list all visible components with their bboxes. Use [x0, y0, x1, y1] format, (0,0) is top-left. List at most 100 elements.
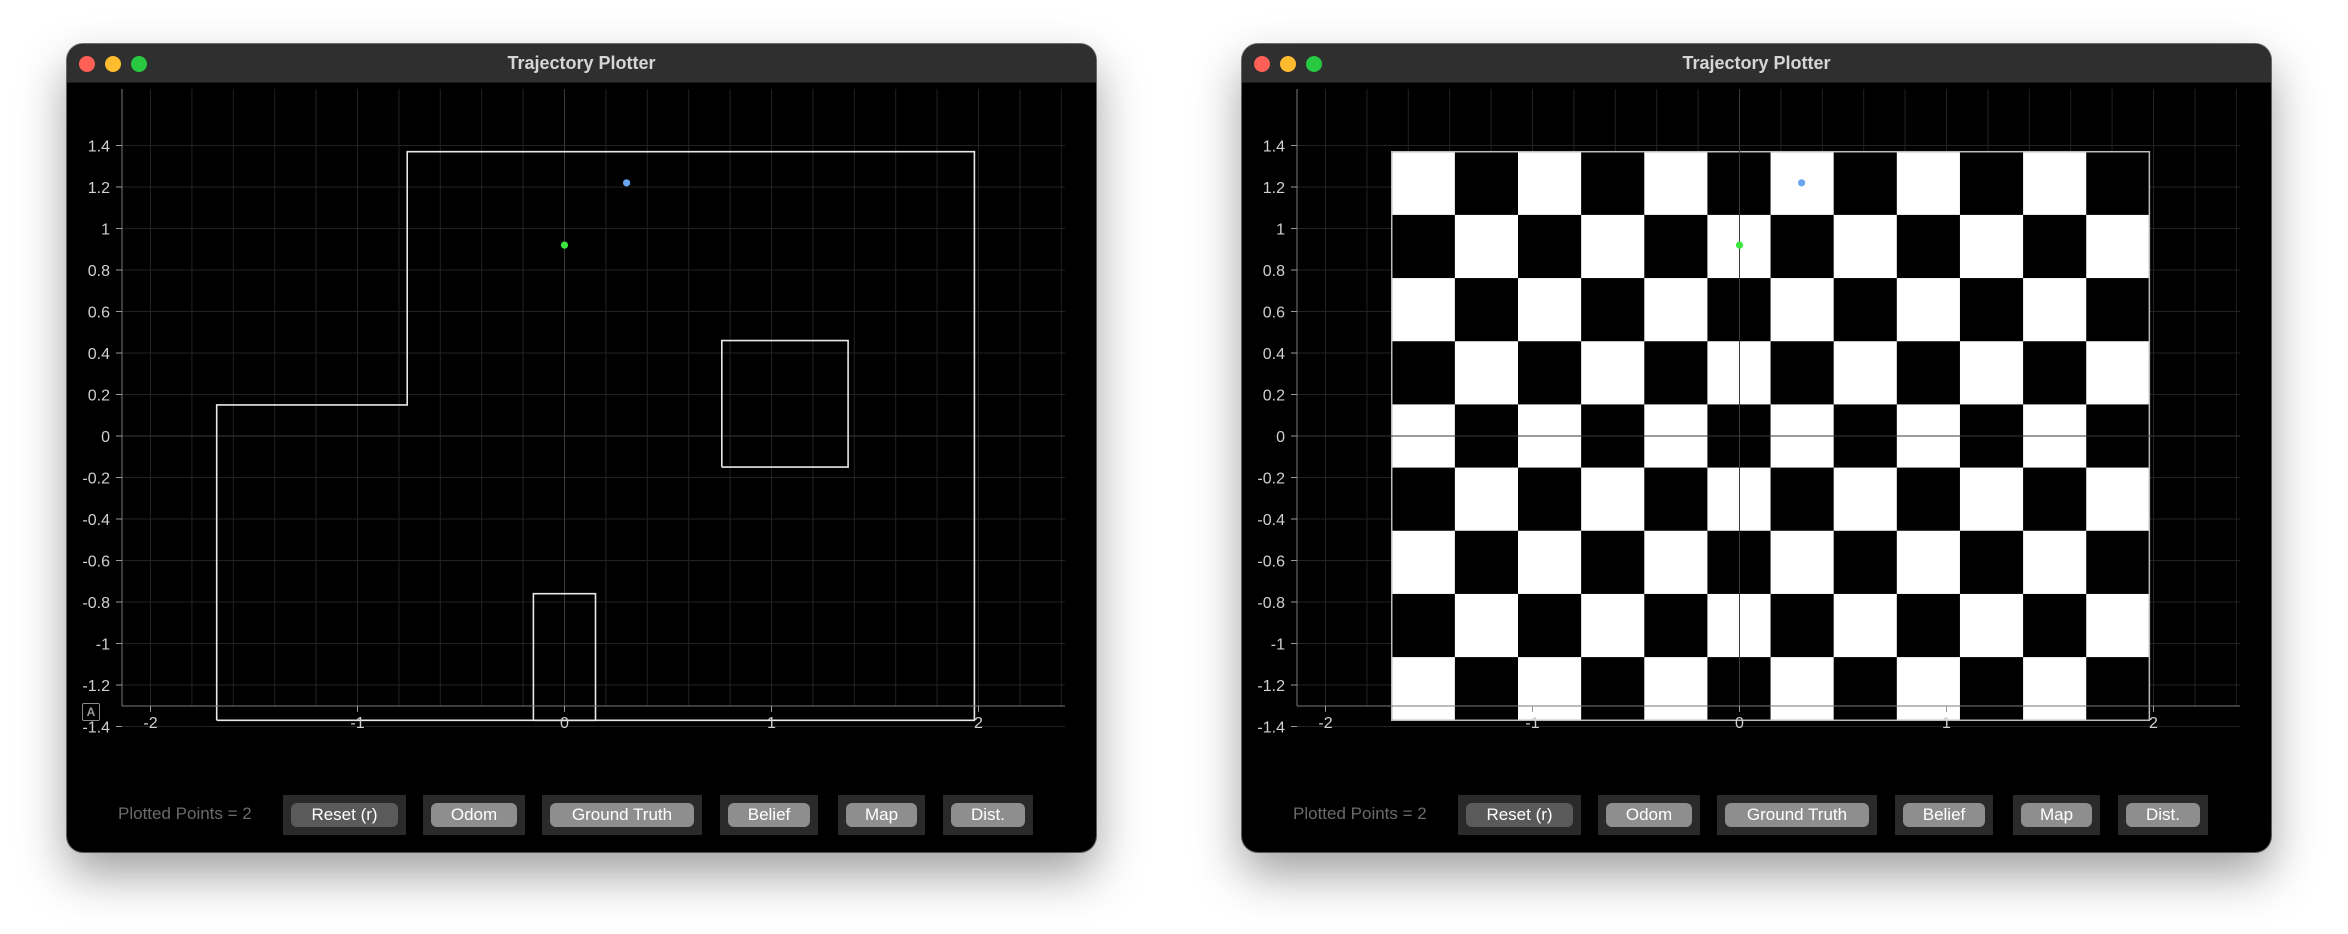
ground-truth-point — [1735, 241, 1744, 249]
y-tick-label: 0 — [1276, 429, 1285, 446]
y-tick-label: 0.4 — [1263, 346, 1285, 363]
checkerboard-cell — [1518, 657, 1582, 721]
checkerboard-cell — [1959, 151, 2024, 216]
ground-truth-button[interactable]: Ground Truth — [550, 803, 694, 827]
checkerboard-cell — [1581, 278, 1645, 342]
ground-truth-point — [560, 241, 569, 249]
checkerboard-cell — [1896, 593, 1961, 658]
checkerboard-cell — [1896, 151, 1961, 216]
y-tick-label: 0.6 — [88, 305, 110, 322]
y-tick-label: -0.2 — [82, 471, 110, 488]
x-tick-label: 1 — [1942, 715, 1951, 732]
checkerboard-cell — [1959, 530, 2024, 595]
y-tick-label: -0.6 — [82, 554, 110, 571]
checkerboard-cell — [1518, 214, 1582, 279]
checkerboard-cell — [1770, 278, 1835, 342]
reset-control: Reset (r) — [1458, 795, 1581, 835]
y-tick-label: -1.4 — [1257, 720, 1285, 737]
checkerboard-cell — [1644, 657, 1708, 721]
checkerboard-cell — [1518, 278, 1582, 342]
odom-button[interactable]: Odom — [1606, 803, 1692, 827]
checkerboard-cell — [1833, 341, 1898, 405]
dist-button[interactable]: Dist. — [2126, 803, 2200, 827]
checkerboard-cell — [1896, 341, 1961, 405]
checkerboard-cell — [1454, 341, 1519, 405]
checkerboard-cell — [1391, 151, 1456, 216]
reset-button[interactable]: Reset (r) — [1466, 803, 1573, 827]
y-tick-label: 1.4 — [1263, 139, 1285, 156]
y-tick-label: 1 — [101, 222, 110, 239]
checkerboard-cell — [1833, 593, 1898, 658]
x-tick-label: 0 — [1735, 715, 1744, 732]
checkerboard-cell — [1644, 593, 1708, 658]
checkerboard-cell — [1833, 278, 1898, 342]
reset-button[interactable]: Reset (r) — [291, 803, 398, 827]
checkerboard-cell — [1454, 593, 1519, 658]
checkerboard-cell — [1391, 593, 1456, 658]
checkerboard-cell — [1896, 278, 1961, 342]
checkerboard-cell — [1959, 341, 2024, 405]
map-button[interactable]: Map — [2021, 803, 2092, 827]
checkerboard-cell — [1896, 214, 1961, 279]
y-tick-label: 1.2 — [88, 180, 110, 197]
checkerboard-cell — [1833, 657, 1898, 721]
y-tick-label: 0.4 — [88, 346, 110, 363]
checkerboard-cell — [1833, 214, 1898, 279]
checkerboard-cell — [1454, 530, 1519, 595]
reset-control: Reset (r) — [283, 795, 406, 835]
checkerboard-cell — [1644, 214, 1708, 279]
auto-range-button[interactable]: A — [82, 703, 100, 721]
checkerboard-cell — [2023, 214, 2087, 279]
y-tick-label: -1 — [1271, 637, 1285, 654]
y-tick-label: -0.4 — [82, 512, 110, 529]
checkerboard-cell — [1391, 530, 1456, 595]
checkerboard-cell — [1644, 278, 1708, 342]
y-tick-label: -0.8 — [1257, 595, 1285, 612]
y-tick-label: -0.2 — [1257, 471, 1285, 488]
y-tick-label: 0.8 — [1263, 263, 1285, 280]
title-bar[interactable]: Trajectory Plotter — [1242, 44, 2271, 83]
checkerboard-cell — [1518, 341, 1582, 405]
y-tick-label: 0.2 — [88, 388, 110, 405]
map-control: Map — [838, 795, 925, 835]
checkerboard-cell — [1391, 657, 1456, 721]
trajectory-plot[interactable]: -2 -1 0 1 2 -1.4 -1.2 -1 -0.8 -0.6 -0.4 -0.2 0 0.2 0.4… — [67, 82, 1096, 762]
checkerboard-cell — [1391, 341, 1456, 405]
y-tick-label: -1.4 — [82, 720, 110, 737]
ground-truth-control: Ground Truth — [542, 795, 702, 835]
x-tick-label: -1 — [350, 715, 364, 732]
checkerboard-cell — [1644, 530, 1708, 595]
checkerboard-cell — [2023, 151, 2087, 216]
window-title: Trajectory Plotter — [507, 53, 656, 73]
title-bar[interactable]: Trajectory Plotter — [67, 44, 1096, 83]
x-tick-label: -2 — [143, 715, 157, 732]
checkerboard-cell — [2086, 341, 2150, 405]
odom-control: Odom — [423, 795, 525, 835]
odom-button[interactable]: Odom — [431, 803, 517, 827]
checkerboard-cell — [2086, 151, 2150, 216]
checkerboard-cell — [1896, 657, 1961, 721]
belief-button[interactable]: Belief — [728, 803, 810, 827]
checkerboard-cell — [1833, 467, 1898, 532]
odom-point — [623, 179, 631, 187]
y-tick-label: 0.8 — [88, 263, 110, 280]
y-tick-label: 0.2 — [1263, 388, 1285, 405]
checkerboard-cell — [1896, 530, 1961, 595]
checkerboard-cell — [1454, 278, 1519, 342]
trajectory-plot[interactable]: -2 -1 0 1 2 -1.4 -1.2 -1 -0.8 -0.6 -0.4 -0.2 0 0.2 0.4… — [1242, 82, 2271, 762]
map-button[interactable]: Map — [846, 803, 917, 827]
checkerboard-cell — [1581, 214, 1645, 279]
checkerboard-cell — [1454, 214, 1519, 279]
ground-truth-button[interactable]: Ground Truth — [1725, 803, 1869, 827]
checkerboard-cell — [2023, 278, 2087, 342]
checkerboard-cell — [1959, 657, 2024, 721]
checkerboard-cell — [1454, 657, 1519, 721]
belief-button[interactable]: Belief — [1903, 803, 1985, 827]
dist-button[interactable]: Dist. — [951, 803, 1025, 827]
checkerboard-cell — [1518, 151, 1582, 216]
checkerboard-cell — [2086, 278, 2150, 342]
checkerboard-cell — [1770, 467, 1835, 532]
checkerboard-cell — [1581, 530, 1645, 595]
checkerboard-cell — [1959, 214, 2024, 279]
checkerboard-cell — [1770, 593, 1835, 658]
